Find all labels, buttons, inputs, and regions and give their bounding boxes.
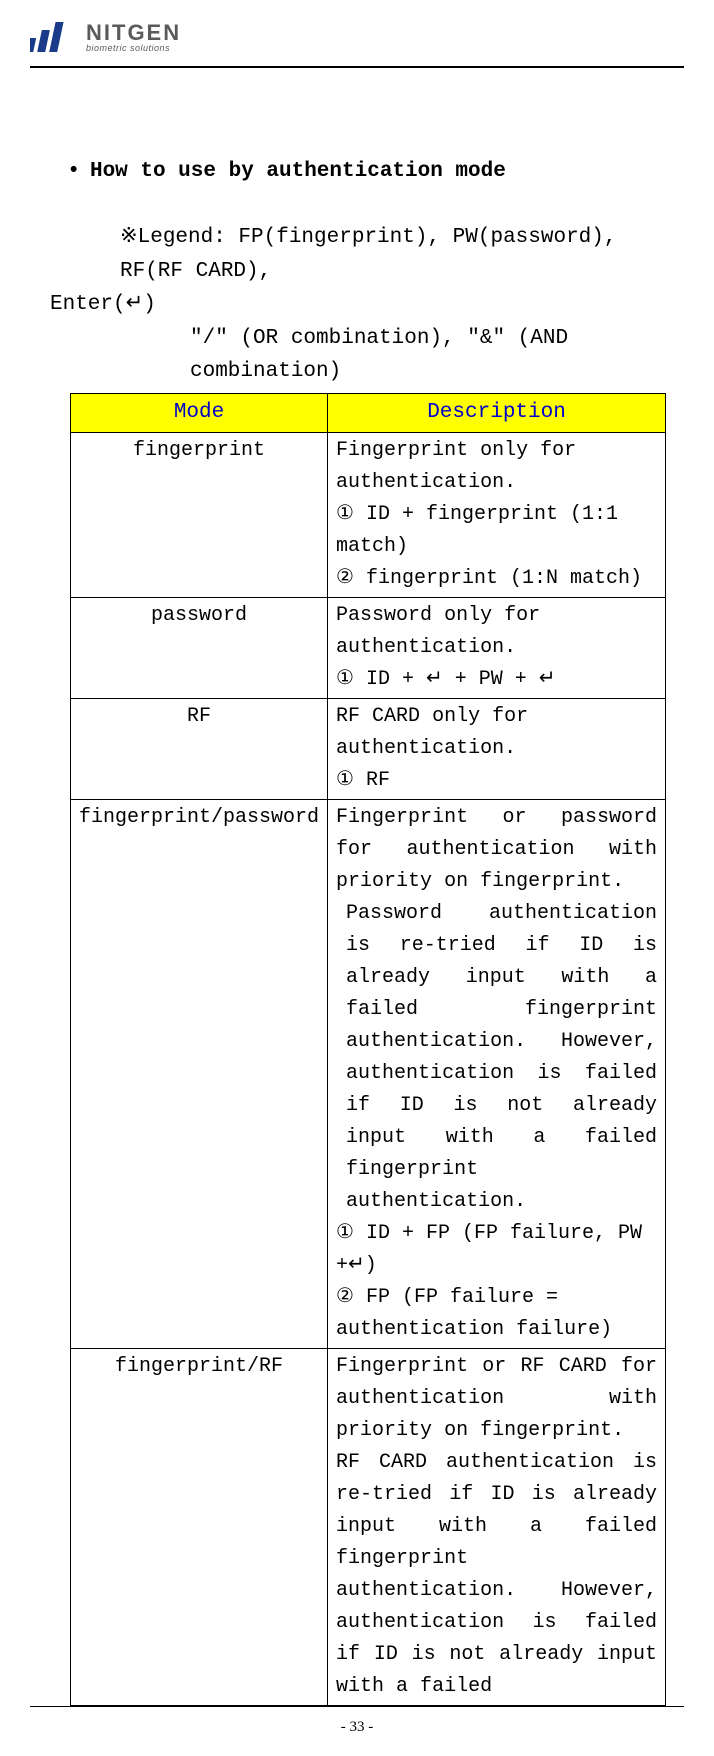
table-row: fingerprint/password Fingerprint or pass… (71, 799, 666, 1348)
cell-mode: password (71, 597, 328, 698)
desc-line: Fingerprint or password for authenticati… (336, 802, 657, 898)
table-row: RF RF CARD only for authentication. ① RF (71, 698, 666, 799)
table-header-row: Mode Description (71, 393, 666, 432)
desc-line: ① ID + ↵ + PW + ↵ (336, 664, 657, 696)
desc-line: ② fingerprint (1:N match) (336, 563, 657, 595)
logo-sub: biometric solutions (86, 44, 181, 53)
auth-mode-table: Mode Description fingerprint Fingerprint… (70, 393, 666, 1706)
desc-line: Password authentication is re-tried if I… (336, 898, 657, 1218)
header-divider (30, 66, 684, 68)
logo-main: NITGEN (86, 22, 181, 44)
logo-header: NITGEN biometric solutions (30, 20, 684, 66)
desc-line: ① ID + fingerprint (1:1 match) (336, 499, 657, 563)
page-number: - 33 - (341, 1719, 374, 1735)
cell-desc: Password only for authentication. ① ID +… (328, 597, 666, 698)
legend-line1a: Legend: FP(fingerprint), PW(password), R… (120, 226, 617, 283)
cell-desc: Fingerprint or password for authenticati… (328, 799, 666, 1348)
legend-line2: "/" (OR combination), "&" (AND combinati… (70, 322, 666, 389)
desc-line: ① ID + FP (FP failure, PW +↵) (336, 1218, 657, 1282)
th-mode: Mode (71, 393, 328, 432)
cell-desc: RF CARD only for authentication. ① RF (328, 698, 666, 799)
logo-text: NITGEN biometric solutions (86, 22, 181, 53)
table-row: fingerprint/RF Fingerprint or RF CARD fo… (71, 1348, 666, 1705)
cell-mode: fingerprint (71, 432, 328, 597)
desc-line: RF CARD only for authentication. (336, 701, 657, 765)
cell-desc: Fingerprint only for authentication. ① I… (328, 432, 666, 597)
heading-text: How to use by authentication mode (90, 160, 506, 183)
desc-line: ① RF (336, 765, 657, 797)
legend-line1b: Enter(↵) (50, 288, 666, 322)
section-heading: • How to use by authentication mode (70, 158, 666, 183)
legend-mark: ※ (120, 226, 138, 249)
cell-mode: fingerprint/password (71, 799, 328, 1348)
desc-line: Fingerprint or RF CARD for authenticatio… (336, 1351, 657, 1447)
cell-mode: fingerprint/RF (71, 1348, 328, 1705)
table-row: password Password only for authenticatio… (71, 597, 666, 698)
heading-bullet: • (70, 158, 77, 181)
cell-mode: RF (71, 698, 328, 799)
desc-line: Fingerprint only for authentication. (336, 435, 657, 499)
desc-line: RF CARD authentication is re-tried if ID… (336, 1447, 657, 1703)
table-row: fingerprint Fingerprint only for authent… (71, 432, 666, 597)
desc-line: ② FP (FP failure = authentication failur… (336, 1282, 657, 1346)
th-desc: Description (328, 393, 666, 432)
legend-block: ※Legend: FP(fingerprint), PW(password), … (70, 221, 666, 389)
cell-desc: Fingerprint or RF CARD for authenticatio… (328, 1348, 666, 1705)
desc-line: Password only for authentication. (336, 600, 657, 664)
logo-icon (30, 20, 78, 54)
page-footer: - 33 - (30, 1706, 684, 1756)
